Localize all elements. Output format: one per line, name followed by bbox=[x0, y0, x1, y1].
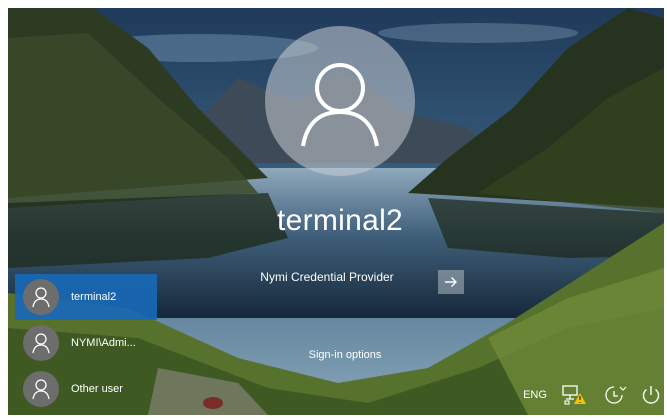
user-tile-nymi-admin[interactable]: NYMI\Admi... bbox=[15, 320, 157, 366]
network-warning-icon bbox=[562, 385, 586, 405]
user-icon bbox=[32, 287, 50, 308]
user-tile-label: NYMI\Admi... bbox=[71, 337, 136, 349]
power-icon bbox=[642, 386, 660, 404]
user-tile-avatar bbox=[23, 371, 59, 407]
user-tile-label: Other user bbox=[71, 383, 123, 395]
username-title: terminal2 bbox=[276, 204, 404, 237]
user-tile-avatar bbox=[23, 325, 59, 361]
user-tile-other-user[interactable]: Other user bbox=[15, 366, 157, 412]
user-tile-avatar bbox=[23, 279, 59, 315]
user-tile-terminal2[interactable]: terminal2 bbox=[15, 274, 157, 320]
user-icon bbox=[32, 379, 50, 400]
submit-button[interactable] bbox=[438, 270, 464, 294]
user-icon bbox=[32, 333, 50, 354]
ease-of-access-icon bbox=[605, 386, 627, 404]
ease-of-access-button[interactable] bbox=[602, 384, 628, 406]
network-button[interactable] bbox=[561, 384, 587, 406]
language-indicator[interactable]: ENG bbox=[518, 384, 552, 406]
power-button[interactable] bbox=[638, 384, 664, 406]
credential-provider-label: Nymi Credential Provider bbox=[260, 270, 394, 284]
user-icon bbox=[301, 63, 379, 147]
lock-screen: terminal2 Nymi Credential Provider Sign-… bbox=[8, 8, 664, 415]
user-tile-label: terminal2 bbox=[71, 291, 117, 303]
user-avatar-large bbox=[265, 26, 415, 176]
sign-in-options-link[interactable]: Sign-in options bbox=[278, 349, 412, 361]
arrow-right-icon bbox=[445, 277, 457, 287]
